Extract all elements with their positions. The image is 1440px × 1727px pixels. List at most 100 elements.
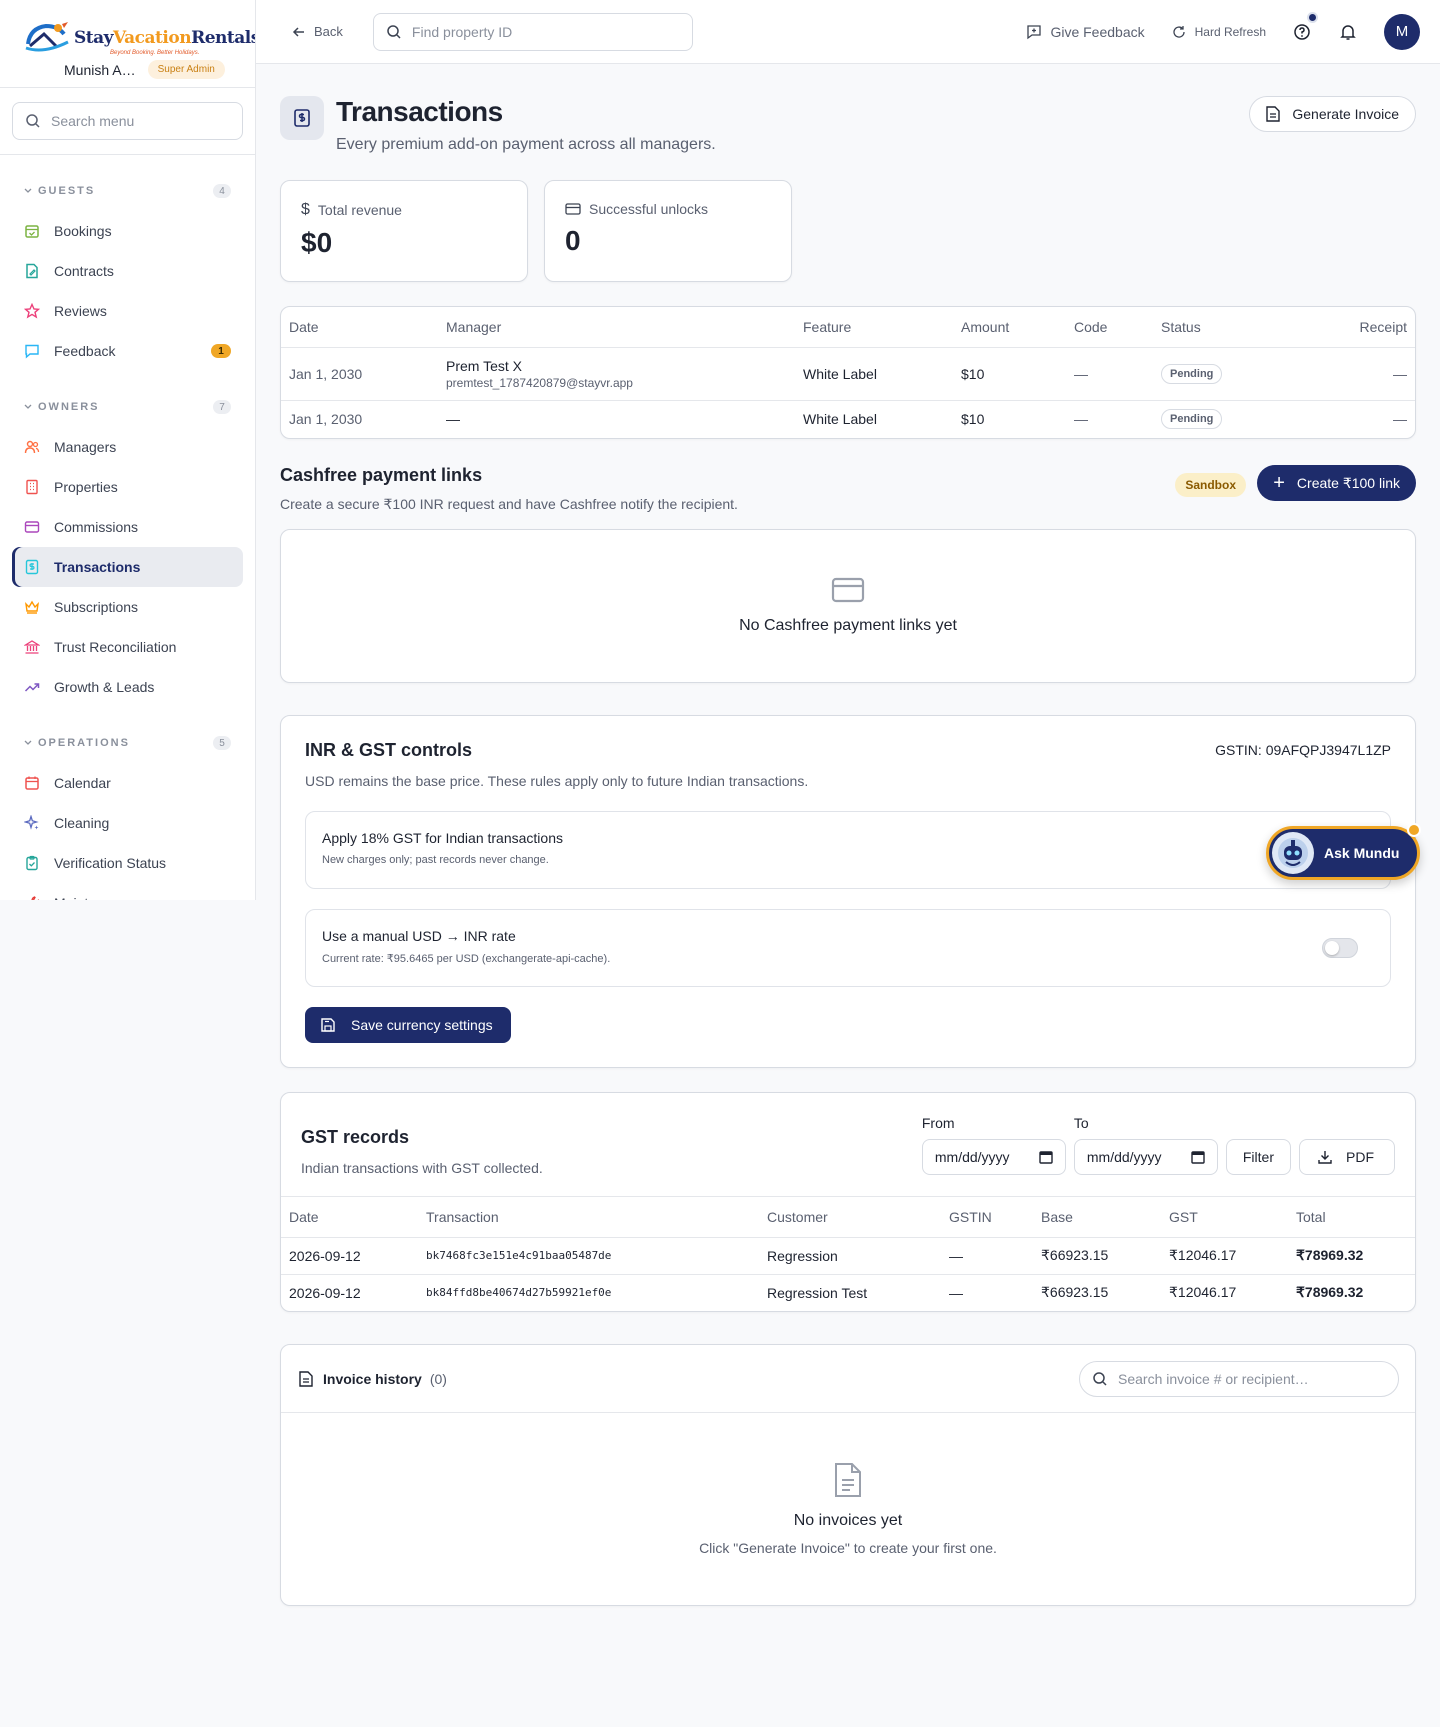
sidebar-item-bookings[interactable]: Bookings: [12, 211, 243, 251]
nav-section-guests[interactable]: GUESTS 4: [12, 177, 243, 205]
section-label: GUESTS: [38, 185, 96, 197]
stat-value: 0: [565, 225, 581, 256]
property-search-input[interactable]: Find property ID: [372, 12, 693, 51]
sandbox-badge: Sandbox: [1175, 473, 1246, 497]
calendar-icon: [1191, 1151, 1205, 1164]
give-feedback-button[interactable]: Give Feedback: [1026, 24, 1145, 40]
message-icon: [24, 343, 40, 359]
invoice-empty-state: No invoices yet Click "Generate Invoice"…: [281, 1413, 1415, 1605]
table-row[interactable]: 2026-09-12 bk7468fc3e151e4c91baa05487de …: [281, 1237, 1415, 1275]
trending-up-icon: [24, 679, 40, 695]
menu-search-placeholder: Search menu: [51, 113, 135, 129]
table-header-row: Date Transaction Customer GSTIN Base GST…: [281, 1197, 1415, 1238]
star-icon: [24, 303, 40, 319]
hard-refresh-button[interactable]: Hard Refresh: [1171, 24, 1266, 40]
table-row[interactable]: Jan 1, 2030 Prem Test Xpremtest_17874208…: [281, 347, 1415, 401]
sidebar-item-reviews[interactable]: Reviews: [12, 291, 243, 331]
section-count: 4: [213, 184, 231, 198]
manual-rate-option: Use a manual USD → INR rate Current rate…: [305, 909, 1391, 987]
gst-controls-card: INR & GST controls USD remains the base …: [280, 715, 1416, 1068]
sidebar-item-feedback[interactable]: Feedback 1: [12, 331, 243, 371]
sidebar-item-label: Cleaning: [54, 815, 110, 831]
back-button[interactable]: Back: [292, 24, 343, 39]
wrench-icon: [24, 895, 40, 900]
menu-search-input[interactable]: Search menu: [12, 102, 243, 140]
bank-icon: [24, 639, 40, 655]
chevron-down-icon: [24, 404, 32, 409]
table-row[interactable]: 2026-09-12 bk84ffd8be40674d27b59921ef0e …: [281, 1274, 1415, 1311]
notification-dot: [1407, 823, 1421, 837]
sidebar-item-label: Feedback: [54, 343, 116, 359]
file-text-icon: [835, 1463, 861, 1497]
receipt-icon: [24, 559, 40, 575]
sidebar-item-subscriptions[interactable]: Subscriptions: [12, 587, 243, 627]
sidebar-item-transactions[interactable]: Transactions: [12, 547, 243, 587]
nav-section-operations[interactable]: OPERATIONS 5: [12, 729, 243, 757]
manager-name: Prem Test X: [446, 357, 522, 374]
apply-gst-option: Apply 18% GST for Indian transactions Ne…: [305, 811, 1391, 889]
calendar-icon: [1039, 1151, 1053, 1164]
pdf-download-button[interactable]: PDF: [1299, 1139, 1395, 1175]
manager-email: premtest_1787420879@stayvr.app: [446, 375, 633, 390]
sidebar-item-maintenance[interactable]: Maintenance: [12, 883, 243, 900]
create-payment-link-button[interactable]: + Create ₹100 link: [1257, 465, 1416, 501]
file-edit-icon: [24, 263, 40, 279]
invoice-history-title: Invoice history: [323, 1370, 422, 1387]
sidebar-item-commissions[interactable]: Commissions: [12, 507, 243, 547]
current-user[interactable]: Munish A… Super Admin: [64, 60, 255, 79]
user-avatar[interactable]: M: [1384, 13, 1420, 50]
save-icon: [321, 1018, 335, 1032]
main-content: Transactions Every premium add-on paymen…: [280, 64, 1416, 1606]
column-header: Total: [1288, 1197, 1415, 1238]
invoice-search-input[interactable]: Search invoice # or recipient…: [1079, 1360, 1399, 1397]
help-circle-icon: [1294, 23, 1310, 40]
save-currency-settings-button[interactable]: Save currency settings: [305, 1007, 511, 1043]
invoice-history-card: Invoice history (0) Search invoice # or …: [280, 1344, 1416, 1606]
sidebar-item-properties[interactable]: Properties: [12, 467, 243, 507]
nav-section-owners[interactable]: OWNERS 7: [12, 393, 243, 421]
crown-icon: [24, 599, 40, 615]
generate-invoice-button[interactable]: Generate Invoice: [1249, 96, 1416, 132]
sparkles-icon: [24, 815, 40, 831]
dollar-icon: $: [301, 201, 310, 218]
table-row[interactable]: Jan 1, 2030 — White Label $10 — Pending …: [281, 400, 1415, 438]
sidebar-item-label: Calendar: [54, 775, 111, 791]
brand-tagline: Beyond Booking. Better Holidays.: [110, 50, 200, 56]
ask-mundu-button[interactable]: Ask Mundu: [1266, 823, 1421, 880]
manual-rate-toggle[interactable]: [1322, 938, 1358, 958]
plus-icon: +: [1273, 472, 1285, 494]
search-icon: [387, 24, 401, 39]
sidebar-item-managers[interactable]: Managers: [12, 427, 243, 467]
column-header: Date: [281, 307, 438, 348]
sidebar-item-verification-status[interactable]: Verification Status: [12, 843, 243, 883]
to-date-input[interactable]: mm/dd/yyyy: [1073, 1139, 1218, 1175]
stat-total-revenue: $ Total revenue $0: [280, 180, 528, 282]
status-badge: Pending: [1161, 363, 1223, 384]
from-date-input[interactable]: mm/dd/yyyy: [921, 1139, 1066, 1175]
sidebar-item-trust-reconciliation[interactable]: Trust Reconciliation: [12, 627, 243, 667]
notifications-button[interactable]: [1338, 22, 1358, 42]
cashfree-header: Cashfree payment links Create a secure ₹…: [280, 465, 1416, 517]
stats-row: $ Total revenue $0 Successful unlocks 0: [280, 180, 1416, 282]
sidebar-item-calendar[interactable]: Calendar: [12, 763, 243, 803]
sidebar-item-growth-leads[interactable]: Growth & Leads: [12, 667, 243, 707]
file-text-icon: [1266, 106, 1281, 122]
gst-controls-subtitle: USD remains the base price. These rules …: [305, 773, 809, 789]
column-header: Receipt: [1303, 307, 1415, 348]
filter-button[interactable]: Filter: [1225, 1139, 1291, 1175]
section-label: OWNERS: [38, 401, 100, 413]
receipt-icon: [280, 96, 324, 140]
sidebar-item-label: Transactions: [54, 559, 141, 575]
cashfree-empty-state: No Cashfree payment links yet: [280, 529, 1416, 683]
column-header: Amount: [953, 307, 1066, 348]
calendar-check-icon: [24, 223, 40, 239]
section-count: 5: [213, 736, 231, 750]
sidebar-item-contracts[interactable]: Contracts: [12, 251, 243, 291]
chevron-down-icon: [24, 188, 32, 193]
transactions-table: Date Manager Feature Amount Code Status …: [280, 306, 1416, 439]
manager-name: —: [446, 411, 460, 428]
help-button[interactable]: [1292, 11, 1318, 42]
to-label: To: [1073, 1115, 1089, 1131]
sidebar-item-cleaning[interactable]: Cleaning: [12, 803, 243, 843]
from-label: From: [921, 1115, 955, 1131]
